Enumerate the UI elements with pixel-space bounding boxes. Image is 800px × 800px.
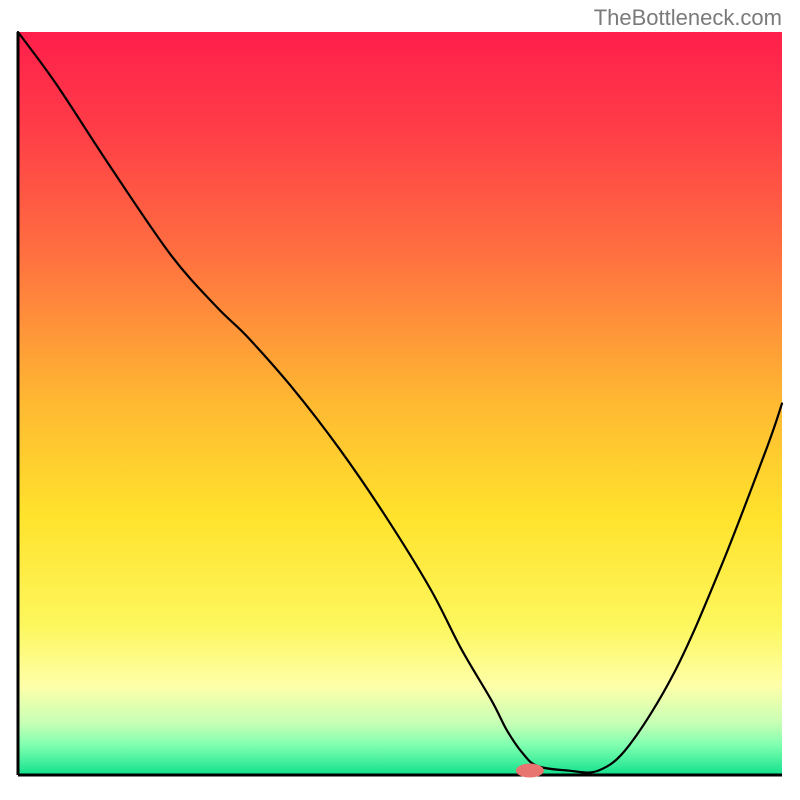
chart-container: TheBottleneck.com [0, 0, 800, 800]
watermark-text: TheBottleneck.com [594, 5, 782, 31]
chart-background [18, 32, 782, 775]
sweet-spot-marker [516, 764, 544, 778]
bottleneck-chart [0, 0, 800, 800]
